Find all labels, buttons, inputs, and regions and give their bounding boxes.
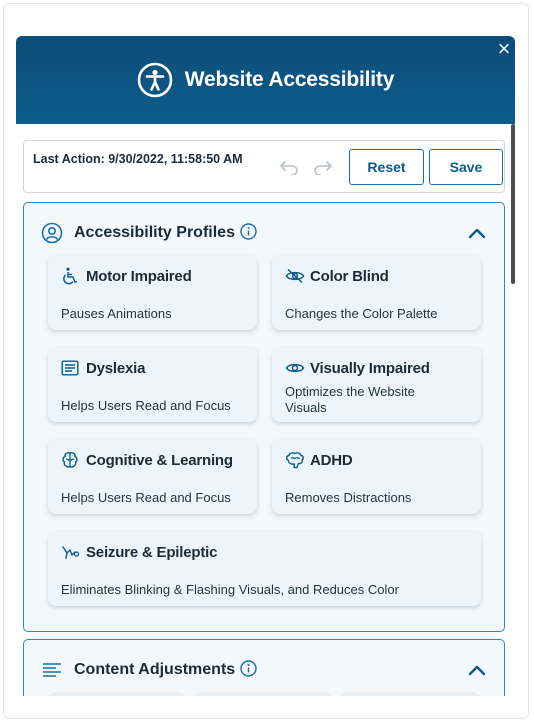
accessibility-panel: Website Accessibility Last Action: 9/30/… [16, 36, 515, 696]
visually-impaired-title: Visually Impaired [310, 359, 430, 377]
user-circle-icon [41, 222, 63, 244]
accessibility-icon [137, 62, 173, 98]
chevron-up-icon[interactable] [467, 660, 487, 680]
profile-card-dyslexia[interactable]: Dyslexia Helps Users Read and Focus [48, 347, 257, 422]
profiles-title: Accessibility Profiles [74, 223, 257, 242]
profile-card-seizure-epileptic[interactable]: Seizure & Epileptic Eliminates Blinking … [48, 531, 481, 606]
profile-card-title: Color Blind [285, 267, 389, 285]
profile-card-title: Cognitive & Learning [61, 451, 233, 469]
motor-impaired-desc: Pauses Animations [61, 306, 172, 321]
cognitive-learning-desc: Helps Users Read and Focus [61, 490, 231, 505]
color-blind-desc: Changes the Color Palette [285, 306, 438, 321]
visually-impaired-desc: Optimizes the Website Visuals [285, 384, 415, 415]
content-card[interactable] [194, 692, 332, 696]
reset-button[interactable]: Reset [349, 149, 424, 185]
profile-card-color-blind[interactable]: Color Blind Changes the Color Palette [272, 255, 481, 330]
align-left-icon [41, 659, 63, 681]
content-card[interactable] [340, 692, 481, 696]
action-bar: Last Action: 9/30/2022, 11:58:50 AM Rese… [23, 140, 505, 193]
profile-card-title: Motor Impaired [61, 267, 192, 285]
seizure-epileptic-desc: Eliminates Blinking & Flashing Visuals, … [61, 582, 399, 597]
chevron-up-icon[interactable] [467, 223, 487, 243]
profile-card-title: Seizure & Epileptic [61, 543, 217, 561]
brain-icon [61, 451, 81, 469]
panel-header: Website Accessibility [16, 36, 515, 124]
cognitive-learning-title: Cognitive & Learning [86, 451, 233, 469]
content-adjustments-section: Content Adjustments [23, 639, 505, 696]
scrollbar[interactable] [511, 124, 515, 284]
profile-card-cognitive-learning[interactable]: Cognitive & Learning Helps Users Read an… [48, 439, 257, 514]
color-blind-title: Color Blind [310, 267, 389, 285]
dyslexia-desc: Helps Users Read and Focus [61, 398, 231, 413]
adhd-desc: Removes Distractions [285, 490, 412, 505]
profile-card-title: ADHD [285, 451, 353, 469]
profile-card-title: Visually Impaired [285, 359, 430, 377]
reader-icon [61, 359, 81, 377]
info-icon[interactable] [240, 660, 257, 677]
save-button[interactable]: Save [429, 149, 503, 185]
profile-card-motor-impaired[interactable]: Motor Impaired Pauses Animations [48, 255, 257, 330]
profile-card-visually-impaired[interactable]: Visually Impaired Optimizes the Website … [272, 347, 481, 422]
brain-outline-icon [285, 451, 305, 469]
content-card[interactable] [48, 692, 186, 696]
profile-card-title: Dyslexia [61, 359, 145, 377]
content-adjustments-title: Content Adjustments [74, 660, 257, 679]
info-icon[interactable] [240, 223, 257, 240]
profile-card-adhd[interactable]: ADHD Removes Distractions [272, 439, 481, 514]
content-adjustments-header[interactable]: Content Adjustments [24, 640, 504, 696]
accessibility-profiles-section: Accessibility Profiles Motor Impaired Pa… [23, 202, 505, 632]
close-icon[interactable]: × [493, 38, 515, 60]
bolt-icon [61, 543, 81, 561]
panel-title: Website Accessibility [184, 68, 395, 91]
redo-icon[interactable] [312, 156, 334, 178]
undo-icon[interactable] [278, 156, 300, 178]
seizure-epileptic-title: Seizure & Epileptic [86, 543, 218, 561]
profiles-title-text: Accessibility Profiles [74, 224, 235, 241]
profiles-header[interactable]: Accessibility Profiles [24, 203, 504, 263]
content-adjustments-title-text: Content Adjustments [74, 661, 236, 678]
eye-icon [285, 359, 305, 377]
last-action-text: Last Action: 9/30/2022, 11:58:50 AM [33, 152, 243, 166]
wheelchair-icon [61, 267, 81, 285]
adhd-title: ADHD [310, 451, 353, 469]
motor-impaired-title: Motor Impaired [86, 267, 192, 285]
eye-slash-icon [285, 267, 305, 285]
dyslexia-title: Dyslexia [86, 359, 146, 377]
